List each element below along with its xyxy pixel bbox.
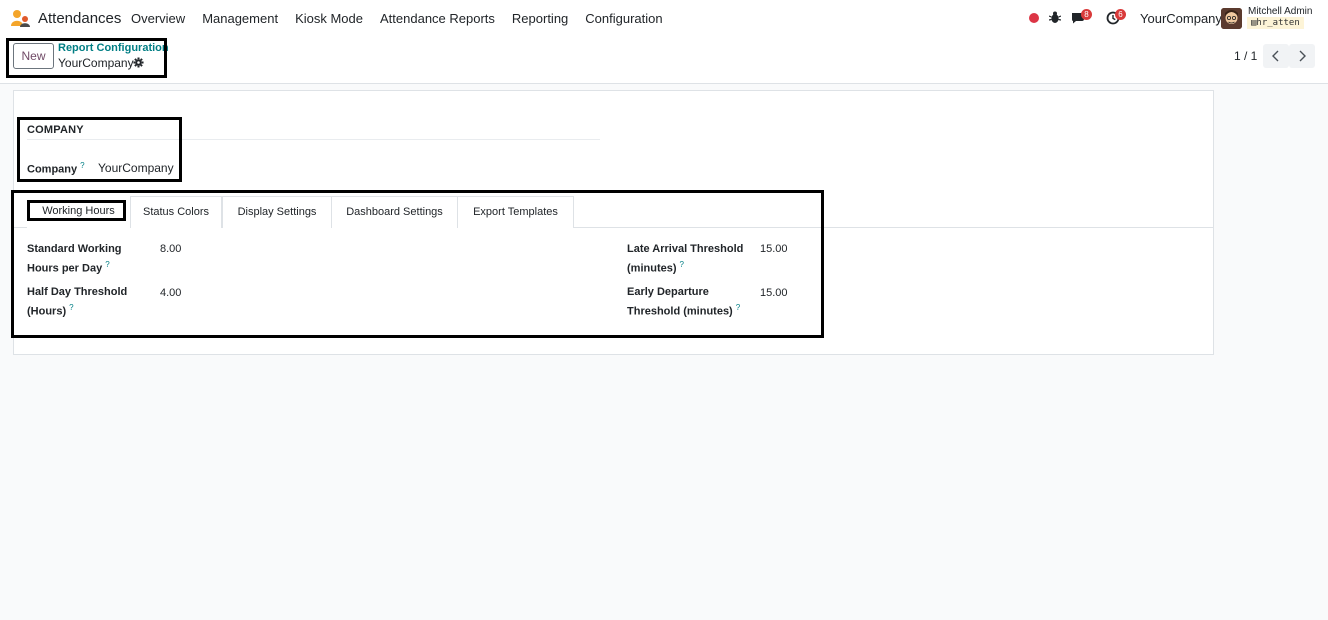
top-navbar: Attendances Overview Management Kiosk Mo… <box>0 0 1328 36</box>
menu-item-management[interactable]: Management <box>202 11 278 26</box>
debug-bug-icon[interactable] <box>1049 11 1061 24</box>
menu-item-configuration[interactable]: Configuration <box>585 11 662 26</box>
pager-next-button[interactable] <box>1289 44 1315 68</box>
database-badge: ▤hr_atten <box>1247 17 1304 29</box>
database-name: hr_atten <box>1256 18 1300 28</box>
company-switcher[interactable]: YourCompany <box>1140 11 1222 26</box>
menu-item-reporting[interactable]: Reporting <box>512 11 568 26</box>
messages-count-badge: 8 <box>1081 9 1092 20</box>
activities-count-badge: 6 <box>1115 9 1126 20</box>
app-name[interactable]: Attendances <box>38 10 121 27</box>
user-name[interactable]: Mitchell Admin <box>1248 6 1312 17</box>
notebook-highlight <box>11 190 824 338</box>
breadcrumb-highlight <box>6 38 167 78</box>
menu-item-attendance-reports[interactable]: Attendance Reports <box>380 11 495 26</box>
control-panel: New Report Configuration YourCompany 1 /… <box>0 36 1328 84</box>
chevron-left-icon <box>1272 50 1279 62</box>
main-menu: Overview Management Kiosk Mode Attendanc… <box>131 11 680 26</box>
menu-item-overview[interactable]: Overview <box>131 11 185 26</box>
attendances-app-icon[interactable] <box>11 9 31 27</box>
chevron-right-icon <box>1299 50 1306 62</box>
menu-item-kiosk-mode[interactable]: Kiosk Mode <box>295 11 363 26</box>
pager-value[interactable]: 1 / 1 <box>1234 49 1257 63</box>
pager-previous-button[interactable] <box>1263 44 1289 68</box>
user-avatar[interactable] <box>1221 8 1242 29</box>
company-group-highlight <box>17 117 182 182</box>
recording-indicator-icon[interactable] <box>1029 13 1039 23</box>
